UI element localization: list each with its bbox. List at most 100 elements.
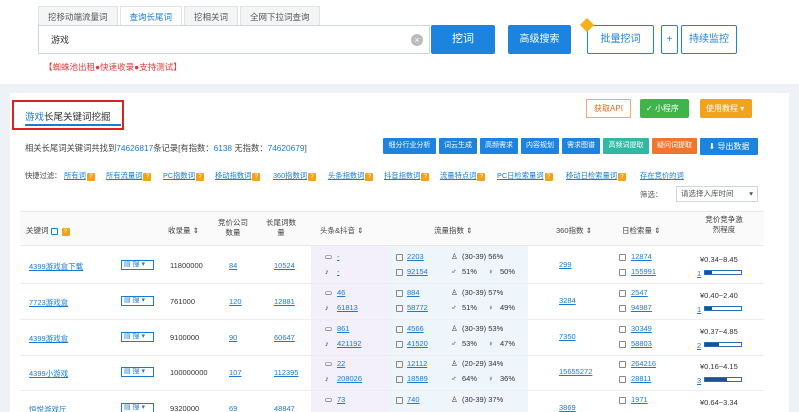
jingjia-link[interactable]: 84 <box>229 261 237 270</box>
traffic-mobile-value[interactable]: 41520 <box>407 339 428 348</box>
filter-pc-daily-link[interactable]: PC日检索量词 <box>497 171 544 180</box>
keyword-link[interactable]: 7723游戏盒 <box>29 297 68 308</box>
filter-pc-index[interactable]: PC指数词? <box>163 171 205 181</box>
traffic-pc-value[interactable]: 12112 <box>407 359 427 368</box>
filter-all-link[interactable]: 所有词 <box>64 171 86 180</box>
search-engine-select[interactable]: ▤ 搜 ▾ <box>121 296 154 306</box>
content-plan-button[interactable]: 内容规划 <box>521 138 559 154</box>
col-bid-level[interactable]: 竞价竞争激烈程度 <box>704 215 744 234</box>
keyword-link[interactable]: 恒悦游戏厅 <box>29 404 67 412</box>
help-icon[interactable]: ? <box>544 173 553 181</box>
toutiao-value[interactable]: 861 <box>337 324 350 333</box>
sort-icon[interactable]: ⇕ <box>654 226 660 235</box>
toutiao-value[interactable]: 73 <box>337 395 345 404</box>
douyin-value[interactable]: 421192 <box>337 339 361 348</box>
jingjia-link[interactable]: 120 <box>229 297 242 306</box>
daily-mobile-value[interactable]: 28811 <box>631 374 651 383</box>
col-toutiao[interactable]: 头条&抖音 ⇕ <box>320 225 363 236</box>
bid-level[interactable]: 1 <box>697 305 701 314</box>
help-icon[interactable]: ? <box>365 173 374 181</box>
filter-360-index-link[interactable]: 360指数词 <box>273 171 307 180</box>
filter-douyin-index-link[interactable]: 抖音指数词 <box>384 171 420 180</box>
mini-program-button[interactable]: ✓ 小程序 <box>640 99 689 118</box>
batch-dig-button[interactable]: 批量挖词 <box>587 25 654 54</box>
filter-mobile-index-link[interactable]: 移动指数词 <box>215 171 251 180</box>
sort-icon[interactable]: ⇕ <box>357 226 363 235</box>
daily-mobile-value[interactable]: 94987 <box>631 303 652 312</box>
col-daily[interactable]: 日检索量 ⇕ <box>622 225 660 236</box>
date-select[interactable]: 请选择入库时间 ▾ <box>676 186 758 202</box>
keyword-link[interactable]: 4399小游戏 <box>29 368 68 379</box>
search-input[interactable] <box>39 26 399 53</box>
douyin-value[interactable]: 208026 <box>337 374 362 383</box>
changwei-link[interactable]: 60647 <box>274 333 295 342</box>
tab-longtail[interactable]: 查询长尾词 <box>119 6 183 27</box>
tutorial-button[interactable]: 使用教程 ▾ <box>700 99 752 118</box>
filter-bidding-link[interactable]: 存在竞价的词 <box>640 171 684 180</box>
360-value[interactable]: 299 <box>559 260 572 269</box>
filter-pc-index-link[interactable]: PC指数词 <box>163 171 195 180</box>
filter-traffic-feature[interactable]: 流量特点词? <box>440 171 486 181</box>
jingjia-link[interactable]: 107 <box>229 368 242 377</box>
col-jingjia[interactable]: 竞价公司数量 <box>216 218 250 238</box>
filter-all[interactable]: 所有词? <box>64 171 95 181</box>
high-freq-demand-button[interactable]: 高频需求 <box>480 138 518 154</box>
help-icon[interactable]: ? <box>308 173 317 181</box>
toutiao-value[interactable]: 22 <box>337 359 345 368</box>
copy-icon[interactable] <box>50 227 58 235</box>
360-value[interactable]: 3869 <box>559 403 576 412</box>
changwei-link[interactable]: 10524 <box>274 261 295 270</box>
help-icon[interactable]: ? <box>477 173 486 181</box>
traffic-pc-value[interactable]: 740 <box>407 395 420 404</box>
360-value[interactable]: 3284 <box>559 296 576 305</box>
filter-mobile-daily[interactable]: 移动日检索量词? <box>566 171 627 181</box>
360-value[interactable]: 7350 <box>559 332 576 341</box>
filter-douyin-index[interactable]: 抖音指数词? <box>384 171 430 181</box>
bid-level[interactable]: 1 <box>697 269 701 278</box>
toutiao-value[interactable]: - <box>337 252 340 261</box>
search-engine-select[interactable]: ▤ 搜 ▾ <box>121 403 154 412</box>
help-icon[interactable]: ? <box>252 173 261 181</box>
filter-traffic[interactable]: 所有流量词? <box>106 171 152 181</box>
filter-toutiao-index[interactable]: 头条指数词? <box>328 171 374 181</box>
add-button[interactable]: + <box>661 25 678 54</box>
wordcloud-button[interactable]: 词云生成 <box>439 138 477 154</box>
advanced-search-button[interactable]: 高级搜索 <box>508 25 571 54</box>
daily-pc-value[interactable]: 264216 <box>631 359 656 368</box>
demand-graph-button[interactable]: 需求图谱 <box>562 138 600 154</box>
daily-pc-value[interactable]: 2547 <box>631 288 648 297</box>
traffic-pc-value[interactable]: 884 <box>407 288 420 297</box>
col-shoulu[interactable]: 收录量 ⇕ <box>168 225 199 236</box>
clear-icon[interactable]: × <box>411 34 423 46</box>
sort-icon[interactable]: ⇕ <box>193 226 199 235</box>
sort-icon[interactable]: ⇕ <box>466 226 472 235</box>
douyin-value[interactable]: - <box>337 267 340 276</box>
monitor-button[interactable]: 持续监控 <box>681 25 737 54</box>
search-engine-select[interactable]: ▤ 搜 ▾ <box>121 260 154 270</box>
bid-level[interactable]: 3 <box>697 376 701 385</box>
get-api-button[interactable]: 获取API <box>586 99 631 118</box>
daily-mobile-value[interactable]: 155991 <box>631 267 656 276</box>
keyword-link[interactable]: 4399游戏盒下载 <box>29 261 83 272</box>
promo-text[interactable]: 【蜘蛛池出租●快速收录●支持测试】 <box>44 61 182 73</box>
traffic-pc-value[interactable]: 2203 <box>407 252 424 261</box>
search-engine-select[interactable]: ▤ 搜 ▾ <box>121 367 154 377</box>
sort-icon[interactable]: ⇕ <box>586 226 592 235</box>
question-words-button[interactable]: 疑问词提取 <box>652 138 697 154</box>
traffic-mobile-value[interactable]: 18589 <box>407 374 428 383</box>
daily-pc-value[interactable]: 1971 <box>631 395 648 404</box>
dig-button[interactable]: 挖词 <box>431 25 495 54</box>
changwei-link[interactable]: 112395 <box>274 368 298 377</box>
filter-traffic-link[interactable]: 所有流量词 <box>106 171 142 180</box>
help-icon[interactable]: ? <box>61 228 70 236</box>
filter-mobile-daily-link[interactable]: 移动日检索量词 <box>566 171 617 180</box>
daily-mobile-value[interactable]: 58803 <box>631 339 652 348</box>
export-button[interactable]: ⬇ 导出数据 <box>700 138 758 155</box>
search-engine-select[interactable]: ▤ 搜 ▾ <box>121 332 154 342</box>
col-changwei[interactable]: 长尾词数量 <box>266 218 296 238</box>
jingjia-link[interactable]: 90 <box>229 333 237 342</box>
help-icon[interactable]: ? <box>618 173 627 181</box>
daily-pc-value[interactable]: 30349 <box>631 324 652 333</box>
changwei-link[interactable]: 48847 <box>274 404 295 412</box>
bid-level[interactable]: 2 <box>697 341 701 350</box>
